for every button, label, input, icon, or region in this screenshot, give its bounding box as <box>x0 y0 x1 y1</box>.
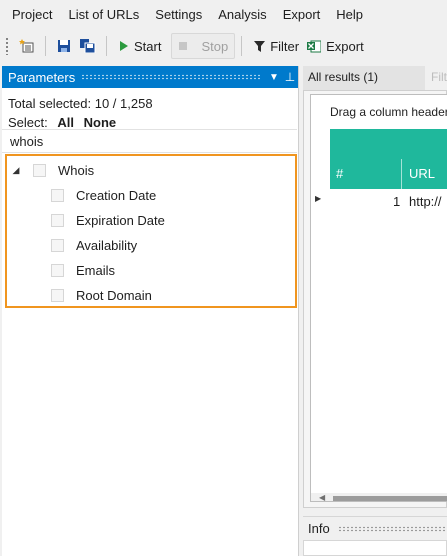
column-header-number[interactable]: # <box>336 166 343 181</box>
total-selected: Total selected: 10 / 1,258 <box>8 96 153 111</box>
header-grip <box>81 74 260 80</box>
pin-icon[interactable]: ⊥ <box>282 70 298 84</box>
tree-item-expiration-date[interactable]: Expiration Date <box>51 208 165 233</box>
save-all-icon[interactable] <box>76 34 100 58</box>
info-panel-body <box>303 540 447 556</box>
selection-summary: Total selected: 10 / 1,258 Select: All N… <box>2 88 298 132</box>
results-grid-frame: Drag a column header # URL ▶ 1 http:// ◀ <box>303 90 447 508</box>
filter-button-label: Filter <box>270 38 300 54</box>
checkbox-whois[interactable] <box>33 164 46 177</box>
info-panel-header: Info <box>303 516 447 540</box>
parameters-tree: ◢ Whois Creation Date Expiration Date Av… <box>5 154 297 308</box>
parameters-title: Parameters <box>8 69 76 85</box>
stop-button[interactable]: Stop <box>171 33 236 59</box>
save-icon[interactable] <box>52 34 76 58</box>
horizontal-scrollbar[interactable]: ◀ <box>311 493 447 501</box>
scroll-left-icon[interactable]: ◀ <box>319 493 325 501</box>
tree-item-availability[interactable]: Availability <box>51 233 137 258</box>
export-button[interactable]: Export <box>305 33 370 59</box>
stop-icon <box>179 42 188 50</box>
header-band <box>330 129 447 159</box>
select-label: Select: <box>8 115 48 130</box>
start-button[interactable]: Start <box>113 33 167 59</box>
checkbox-emails[interactable] <box>51 264 64 277</box>
column-header-row: # URL <box>330 159 447 189</box>
row-pointer-icon: ▶ <box>315 194 322 203</box>
toolbar: Start Stop Filter Export <box>0 30 447 62</box>
filter-icon <box>254 40 266 52</box>
toolbar-separator <box>241 36 243 56</box>
tree-item-label: Root Domain <box>76 288 152 303</box>
new-list-icon[interactable] <box>15 34 39 58</box>
parameters-header: Parameters ▼ ⊥ <box>2 66 298 88</box>
parameters-panel: Parameters ▼ ⊥ Total selected: 10 / 1,25… <box>2 66 299 556</box>
tree-item-creation-date[interactable]: Creation Date <box>51 183 156 208</box>
info-title: Info <box>308 521 330 536</box>
tree-item-label: Emails <box>76 263 116 278</box>
checkbox-availability[interactable] <box>51 239 64 252</box>
scroll-thumb[interactable] <box>333 496 447 501</box>
info-grip <box>337 525 447 532</box>
menu-settings[interactable]: Settings <box>147 0 210 30</box>
toolbar-separator <box>106 36 107 56</box>
menu-project[interactable]: Project <box>4 0 60 30</box>
tab-all-results[interactable]: All results (1) <box>303 66 425 90</box>
collapse-arrow-icon[interactable]: ◢ <box>9 165 23 176</box>
tree-group-label: Whois <box>58 163 95 178</box>
filter-button[interactable]: Filter <box>248 33 305 59</box>
toolbar-separator <box>45 36 46 56</box>
group-by-hint[interactable]: Drag a column header <box>330 105 447 119</box>
parameters-search-input[interactable] <box>2 129 297 153</box>
menu-help[interactable]: Help <box>328 0 371 30</box>
menu-analysis[interactable]: Analysis <box>210 0 274 30</box>
start-button-label: Start <box>134 38 162 54</box>
results-grid: Drag a column header # URL ▶ 1 http:// ◀ <box>310 94 447 502</box>
checkbox-root-domain[interactable] <box>51 289 64 302</box>
column-divider[interactable] <box>401 159 402 189</box>
select-all-link[interactable]: All <box>57 115 74 130</box>
row-number: 1 <box>393 194 401 209</box>
tree-item-label: Expiration Date <box>76 213 165 228</box>
table-row[interactable]: ▶ 1 http:// <box>311 191 447 213</box>
tree-group-whois[interactable]: ◢ Whois <box>9 158 95 183</box>
toolbar-grip[interactable] <box>5 37 9 55</box>
checkbox-expiration-date[interactable] <box>51 214 64 227</box>
tree-item-root-domain[interactable]: Root Domain <box>51 283 152 308</box>
export-button-label: Export <box>326 38 364 54</box>
menu-export[interactable]: Export <box>275 0 329 30</box>
row-url: http:// <box>409 194 442 209</box>
excel-export-icon <box>307 40 322 53</box>
dropdown-icon[interactable]: ▼ <box>266 72 282 83</box>
results-tabs: All results (1) Filt <box>303 66 447 90</box>
tree-item-label: Creation Date <box>76 188 157 203</box>
stop-button-label: Stop <box>201 38 229 54</box>
menu-list-of-urls[interactable]: List of URLs <box>60 0 147 30</box>
tree-item-label: Availability <box>76 238 138 253</box>
column-header-url[interactable]: URL <box>409 166 435 181</box>
tree-item-emails[interactable]: Emails <box>51 258 115 283</box>
tab-filtered[interactable]: Filt <box>431 68 447 90</box>
menu-bar: Project List of URLs Settings Analysis E… <box>0 0 447 30</box>
play-icon <box>120 41 128 51</box>
checkbox-creation-date[interactable] <box>51 189 64 202</box>
select-none-link[interactable]: None <box>84 115 117 130</box>
